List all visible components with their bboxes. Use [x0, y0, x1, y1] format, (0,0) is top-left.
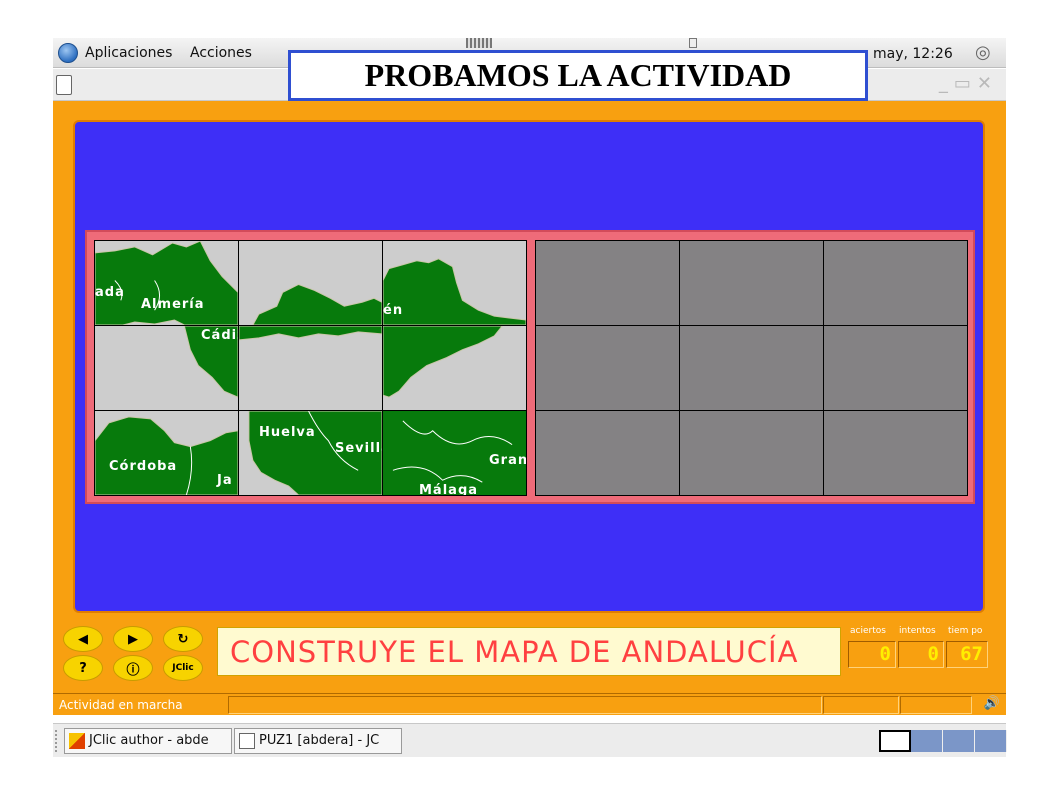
intentos-label: intentos — [899, 626, 936, 636]
workspace-2[interactable] — [911, 730, 943, 752]
piece-label: Córdoba — [109, 459, 178, 474]
puzzle-slot[interactable] — [680, 411, 823, 495]
taskbar-item-label: JClic author - abde — [89, 733, 209, 748]
puzzle-target-grid — [535, 240, 968, 496]
puzzle-piece[interactable] — [383, 326, 526, 410]
taskbar-item-jclic-author[interactable]: JClic author - abde — [64, 728, 232, 754]
menu-aplicaciones[interactable]: Aplicaciones — [85, 45, 172, 61]
speaker-icon[interactable]: 🔊 — [984, 696, 1000, 711]
workspace-1[interactable] — [879, 730, 911, 752]
piece-label: Huelva — [259, 425, 316, 440]
help-button[interactable]: ? — [63, 655, 103, 681]
status-segment — [900, 696, 972, 714]
info-icon: ⓘ — [126, 662, 140, 678]
puzzle-slot[interactable] — [680, 326, 823, 410]
puzzle-piece[interactable]: Cádiz — [95, 326, 238, 410]
help-icon: ? — [79, 660, 87, 676]
menu-acciones[interactable]: Acciones — [190, 45, 252, 61]
piece-label: Cádiz — [201, 328, 238, 343]
controls-bar: ◀ ▶ ↻ ? ⓘ JClic CONSTRUYE EL MAPA DE AND… — [53, 621, 1006, 683]
intentos-counter: 0 — [898, 641, 944, 668]
window-controls[interactable]: _▭✕ — [939, 73, 998, 94]
puzzle-slot[interactable] — [824, 411, 967, 495]
status-text: Actividad en marcha — [59, 698, 183, 712]
puzzle-slot[interactable] — [824, 326, 967, 410]
prev-activity-button[interactable]: ◀ — [63, 626, 103, 652]
window-document-icon — [56, 75, 72, 95]
piece-label: Málaga — [419, 483, 479, 495]
status-bar: Actividad en marcha 🔊 — [53, 693, 1006, 715]
right-arrow-icon: ▶ — [128, 631, 138, 647]
aciertos-counter: 0 — [848, 641, 896, 668]
activity-panel: ada Almería én Cádiz — [73, 120, 985, 613]
puzzle-piece[interactable]: én — [383, 241, 526, 325]
puzzle-board: ada Almería én Cádiz — [85, 230, 975, 504]
status-segment — [228, 696, 822, 714]
window-icon — [239, 733, 255, 749]
jclic-author-icon — [69, 733, 85, 749]
puzzle-piece[interactable]: Gran Málaga — [383, 411, 526, 495]
message-box: CONSTRUYE EL MAPA DE ANDALUCÍA — [217, 627, 841, 676]
puzzle-source-grid: ada Almería én Cádiz — [94, 240, 527, 496]
caption-title: PROBAMOS LA ACTIVIDAD — [364, 57, 792, 93]
volume-icon[interactable]: ◎ — [975, 42, 997, 64]
tiempo-label: tiem po — [948, 626, 983, 636]
status-segment — [823, 696, 899, 714]
puzzle-slot[interactable] — [824, 241, 967, 325]
taskbar: JClic author - abde PUZ1 [abdera] - JC — [53, 723, 1007, 757]
panel-applet-icon[interactable] — [466, 38, 492, 48]
caption-box: PROBAMOS LA ACTIVIDAD — [288, 50, 868, 101]
restart-activity-button[interactable]: ↻ — [163, 626, 203, 652]
puzzle-piece[interactable] — [239, 241, 382, 325]
panel-launcher-icon[interactable] — [689, 38, 697, 48]
piece-label: Almería — [141, 297, 205, 312]
workspace-3[interactable] — [943, 730, 975, 752]
jclic-player: ada Almería én Cádiz — [53, 101, 1006, 693]
piece-label: én — [383, 303, 404, 318]
activity-message: CONSTRUYE EL MAPA DE ANDALUCÍA — [230, 634, 799, 669]
puzzle-slot[interactable] — [680, 241, 823, 325]
puzzle-piece[interactable]: Córdoba Ja — [95, 411, 238, 495]
piece-label: Ja — [217, 473, 233, 488]
aciertos-label: aciertos — [850, 626, 886, 636]
taskbar-item-label: PUZ1 [abdera] - JC — [259, 733, 380, 748]
tiempo-counter: 67 — [946, 641, 988, 668]
gnome-menu-icon[interactable] — [58, 43, 78, 63]
piece-label: Gran — [489, 453, 526, 468]
restart-icon: ↻ — [177, 631, 189, 647]
taskbar-item-puz1[interactable]: PUZ1 [abdera] - JC — [234, 728, 402, 754]
puzzle-piece[interactable] — [239, 326, 382, 410]
jclic-logo-icon: JClic — [172, 663, 194, 673]
clock[interactable]: may, 12:26 — [873, 46, 953, 62]
taskbar-handle[interactable] — [55, 730, 61, 752]
left-arrow-icon: ◀ — [78, 631, 88, 647]
puzzle-slot[interactable] — [536, 411, 679, 495]
workspace-4[interactable] — [975, 730, 1007, 752]
next-activity-button[interactable]: ▶ — [113, 626, 153, 652]
jclic-button[interactable]: JClic — [163, 655, 203, 681]
puzzle-slot[interactable] — [536, 241, 679, 325]
puzzle-slot[interactable] — [536, 326, 679, 410]
puzzle-piece[interactable]: ada Almería — [95, 241, 238, 325]
piece-label: Sevilla — [335, 441, 382, 456]
info-button[interactable]: ⓘ — [113, 655, 153, 681]
piece-label: ada — [95, 285, 125, 300]
puzzle-piece[interactable]: Huelva Sevilla — [239, 411, 382, 495]
